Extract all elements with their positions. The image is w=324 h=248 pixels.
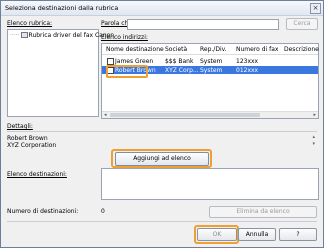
details-line-name: Robert Brown	[7, 135, 48, 142]
column-header-company[interactable]: Società	[165, 46, 187, 53]
horizontal-scrollbar[interactable]: ◂ ▸	[102, 111, 318, 118]
cell-department: System	[200, 67, 223, 74]
table-row-selected[interactable]: Robert Brown XYZ Corp... System 012xxx	[102, 65, 318, 78]
address-book-icon	[20, 32, 28, 38]
dialog-title: Seleziona destinazioni dalla rubrica	[5, 4, 119, 12]
column-header-fax[interactable]: Numero di fax	[236, 46, 278, 53]
tree-item-canon-fax-driver[interactable]: ····· Rubrica driver del fax Canon	[10, 32, 114, 39]
ok-button[interactable]: OK	[197, 228, 237, 241]
details-divider	[7, 131, 317, 132]
cell-company: XYZ Corp...	[165, 67, 199, 74]
selection-highlight-ring	[106, 65, 148, 78]
cancel-button[interactable]: Annulla	[238, 228, 276, 241]
cell-name: James Green	[115, 58, 154, 65]
address-book-label: Elenco rubrica:	[7, 20, 53, 27]
cell-department: System	[200, 58, 223, 65]
address-book-dialog: Seleziona destinazioni dalla rubrica × E…	[0, 0, 324, 248]
search-input[interactable]	[127, 19, 279, 30]
address-list[interactable]: Nome destinazione Società Rep./Div. Nume…	[101, 43, 319, 119]
column-header-description[interactable]: Descrizione	[284, 46, 319, 53]
cell-company: $$$ Bank	[165, 58, 194, 65]
scroll-thumb[interactable]	[110, 113, 260, 117]
address-list-label: Elenco indirizzi:	[101, 34, 148, 41]
destination-count-value: 0	[101, 208, 105, 215]
remove-from-list-button[interactable]: Elimina da elenco	[209, 206, 317, 218]
close-icon: ×	[312, 4, 319, 12]
add-to-list-button[interactable]: Aggiungi ad elenco	[115, 152, 209, 166]
tree-connector-icon: ·····	[10, 32, 20, 39]
column-header-department[interactable]: Rep./Div.	[200, 46, 227, 53]
scroll-left-icon[interactable]: ◂	[104, 112, 107, 118]
destination-list-label: Elenco destinazioni:	[7, 171, 67, 178]
details-line-company: XYZ Corporation	[7, 142, 57, 149]
scroll-down-icon[interactable]: ▾	[312, 141, 315, 147]
scroll-up-icon[interactable]: ▴	[312, 134, 315, 140]
details-label: Dettagli:	[7, 123, 33, 130]
contact-icon	[107, 58, 114, 65]
column-header-name[interactable]: Nome destinazione	[106, 46, 164, 53]
close-button[interactable]: ×	[310, 3, 321, 14]
table-row[interactable]: James Green $$$ Bank System 123xxx	[102, 57, 318, 65]
destination-count-label: Numero di destinazioni:	[7, 208, 79, 215]
title-bar: Seleziona destinazioni dalla rubrica ×	[1, 1, 323, 16]
cell-fax: 012xxx	[236, 67, 259, 74]
address-list-header: Nome destinazione Società Rep./Div. Nume…	[102, 44, 319, 55]
destination-list[interactable]	[101, 168, 319, 200]
search-button[interactable]: Cerca	[286, 18, 318, 30]
footer-divider	[7, 221, 317, 222]
address-book-tree[interactable]: ····· Rubrica driver del fax Canon	[7, 29, 114, 117]
cell-fax: 123xxx	[236, 58, 259, 65]
scroll-right-icon[interactable]: ▸	[313, 112, 316, 118]
help-button[interactable]: ?	[279, 228, 317, 241]
